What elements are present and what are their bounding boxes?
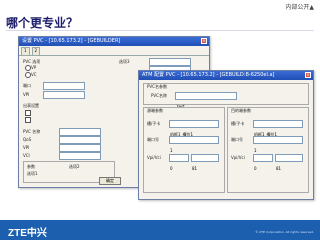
title-divider: [6, 30, 314, 31]
close-icon[interactable]: ×: [305, 72, 311, 78]
label: 出表设置: [23, 103, 39, 108]
window2-title: ATM 配置 PVC - [10.65.173.2] - [GEBUILD:B-…: [142, 72, 275, 78]
source-vci-input[interactable]: 81: [191, 154, 219, 171]
vpi-input[interactable]: [43, 91, 85, 99]
footer-bar: ZTE中兴 © ZTE Corporation. All rights rese…: [0, 220, 320, 240]
row-label: 端口号: [231, 137, 243, 142]
source-slot-select[interactable]: 机框1_槽位1: [169, 120, 219, 137]
vci-field[interactable]: [59, 152, 101, 160]
vci-value: 81: [276, 166, 282, 171]
row-label: 端口号: [147, 137, 159, 142]
window1-tabs: 12: [19, 46, 209, 56]
window1-titlebar[interactable]: 设置 PVC - [10.65.173.2] - [GEBUILDER] ×: [19, 37, 209, 46]
pvc-name-label: PVC名称: [151, 93, 167, 98]
row-label: Vpi/Vci: [147, 155, 161, 160]
vpi-value: 0: [254, 166, 257, 171]
label: VCI: [23, 153, 30, 158]
dest-slot-select[interactable]: 机框1_槽位1: [253, 120, 303, 137]
type-select[interactable]: [149, 58, 191, 66]
dest-vpi-input[interactable]: 0: [253, 154, 273, 171]
label: 端口: [23, 83, 31, 88]
source-vpi-input[interactable]: 0: [169, 154, 189, 171]
row-label: 槽/子卡: [231, 121, 245, 126]
source-group-label: 源端参数: [147, 108, 163, 113]
port-value: 1: [170, 148, 173, 153]
atm-pvc-config-window: ATM 配置 PVC - [10.65.173.2] - [GEBUILD:B-…: [138, 70, 314, 200]
page-title: 哪个更专业？: [6, 16, 79, 30]
pvc-name-input[interactable]: [59, 128, 101, 136]
ok-button[interactable]: 确定: [99, 177, 121, 185]
checkbox[interactable]: [25, 110, 31, 116]
label: 选项1: [27, 171, 38, 176]
label: VP: [31, 65, 37, 70]
close-icon[interactable]: ×: [201, 38, 207, 44]
vpi-field[interactable]: [59, 144, 101, 152]
dest-group-label: 目的端参数: [231, 108, 251, 113]
dest-vci-input[interactable]: 81: [275, 154, 303, 171]
label: PVC 名称: [23, 129, 41, 134]
vci-value: 81: [192, 166, 198, 171]
zte-logo: ZTE中兴: [8, 228, 47, 239]
dest-port-select[interactable]: 1: [253, 136, 303, 153]
copyright: © ZTE Corporation. All rights reserved.: [255, 230, 314, 234]
group-label: PVC名参数: [147, 84, 167, 89]
label: VPI: [23, 92, 30, 97]
tab-more[interactable]: 2: [31, 47, 41, 55]
label: 选项3: [119, 59, 130, 64]
checkbox[interactable]: [25, 117, 31, 123]
confidentiality-tag: 内部公开▲: [285, 4, 314, 11]
port-select[interactable]: [43, 82, 85, 90]
window2-titlebar[interactable]: ATM 配置 PVC - [10.65.173.2] - [GEBUILD:B-…: [139, 71, 313, 80]
tab-pvc[interactable]: 1: [21, 47, 30, 55]
qos-select[interactable]: [59, 136, 101, 144]
label: VC: [31, 72, 37, 77]
label: QoS: [23, 137, 32, 142]
row-label: Vpi/Vci: [231, 155, 245, 160]
vpi-value: 0: [170, 166, 173, 171]
pvc-name-input[interactable]: test: [175, 92, 237, 109]
label: 参数: [27, 164, 35, 169]
label: VPI: [23, 145, 30, 150]
window1-title: 设置 PVC - [10.65.173.2] - [GEBUILDER]: [22, 38, 121, 44]
label: 选项2: [69, 164, 80, 169]
row-label: 槽/子卡: [147, 121, 161, 126]
port-value: 1: [254, 148, 257, 153]
source-port-select[interactable]: 1: [169, 136, 219, 153]
